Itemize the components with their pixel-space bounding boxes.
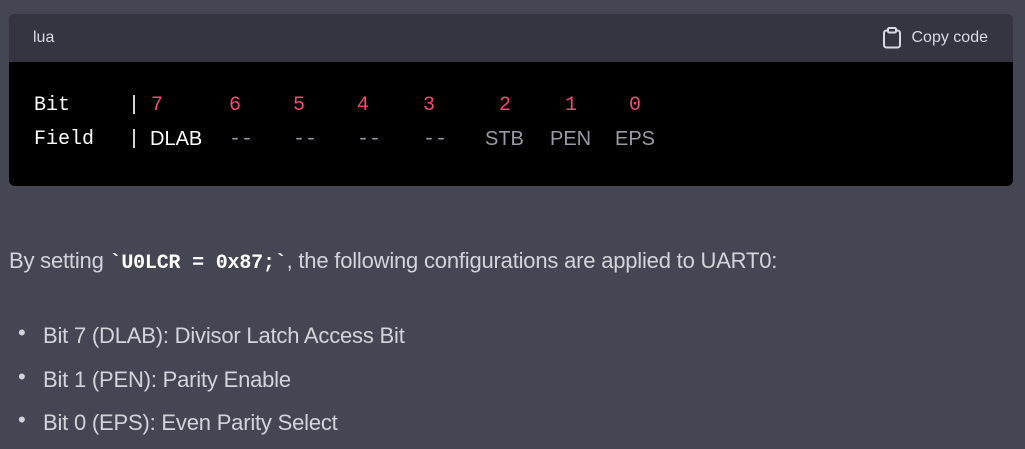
list-item: • Bit 1 (PEN): Parity Enable — [9, 362, 405, 406]
code-line-field: Field | DLAB -- -- -- -- STB PEN EPS — [34, 128, 994, 154]
bullet-dot-icon: • — [18, 363, 26, 389]
row-label: Bit — [34, 94, 71, 117]
bullet-dot-icon: • — [18, 320, 26, 345]
row-separator: | — [128, 128, 141, 151]
bit-cell: 4 — [357, 94, 370, 117]
list-item-text: Bit 7 (DLAB): Divisor Latch Access Bit — [43, 323, 405, 348]
field-cell: STB — [485, 128, 524, 150]
row-label: Field — [34, 128, 95, 151]
bit-cell: 0 — [629, 94, 642, 117]
code-body: Bit | 7 6 5 4 3 2 1 0 Field | DLAB -- --… — [9, 62, 1013, 186]
bullet-dot-icon: • — [18, 407, 26, 432]
field-cell: PEN — [550, 128, 592, 150]
field-cell: -- — [229, 128, 254, 151]
prose-text-before: By setting — [9, 248, 110, 273]
code-block: lua Copy code Bit | 7 6 5 4 3 2 1 0 Fiel… — [9, 14, 1013, 186]
bit-cell: 7 — [151, 94, 164, 117]
bit-cell: 6 — [229, 94, 242, 117]
copy-code-label: Copy code — [911, 29, 989, 46]
bit-cell: 1 — [565, 94, 578, 117]
prose-paragraph: By setting `U0LCR = 0x87;`, the followin… — [9, 248, 777, 275]
bit-cell: 3 — [423, 94, 436, 117]
field-cell: -- — [357, 128, 382, 151]
prose-text-after: , the following configurations are appli… — [286, 248, 778, 273]
list-item-text: Bit 0 (EPS): Even Parity Select — [43, 410, 338, 435]
row-separator: | — [128, 94, 141, 117]
bullet-list: • Bit 7 (DLAB): Divisor Latch Access Bit… — [9, 318, 405, 449]
list-item: • Bit 0 (EPS): Even Parity Select — [9, 405, 405, 449]
field-cell: DLAB — [150, 128, 203, 150]
code-line-bit: Bit | 7 6 5 4 3 2 1 0 — [34, 94, 994, 120]
list-item: • Bit 7 (DLAB): Divisor Latch Access Bit — [9, 318, 405, 362]
field-cell: EPS — [615, 128, 656, 150]
bit-cell: 5 — [293, 94, 306, 117]
list-item-text: Bit 1 (PEN): Parity Enable — [43, 366, 291, 392]
field-cell: -- — [423, 128, 448, 151]
code-language-label: lua — [33, 29, 55, 46]
inline-code: `U0LCR = 0x87;` — [109, 252, 287, 275]
code-header: lua Copy code — [9, 14, 1013, 62]
clipboard-icon — [882, 27, 902, 49]
bit-cell: 2 — [499, 94, 512, 117]
field-cell: -- — [293, 128, 318, 151]
copy-code-button[interactable]: Copy code — [882, 27, 989, 49]
